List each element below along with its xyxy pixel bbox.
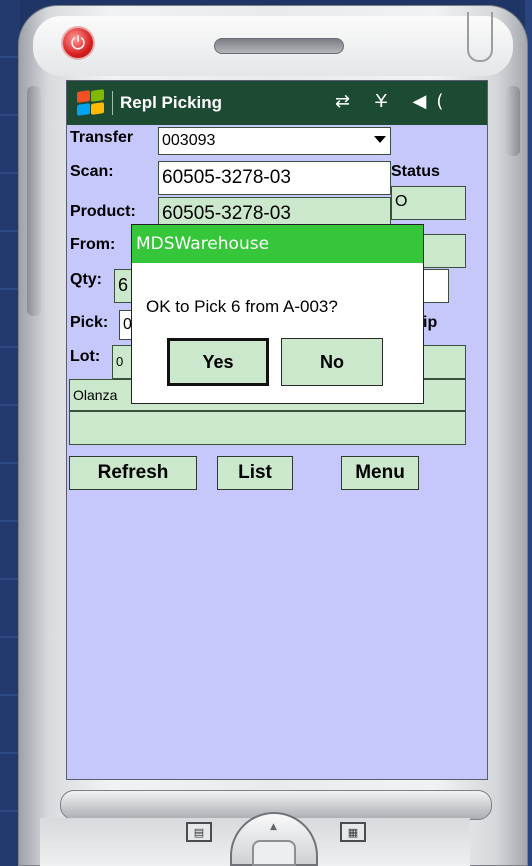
- description-field-2: [69, 411, 466, 445]
- status-label: Status: [391, 163, 440, 180]
- dialog-title: MDSWarehouse: [132, 225, 423, 263]
- status-icons[interactable]: ⇄ Y̶ ◀(: [335, 91, 453, 112]
- no-button[interactable]: No: [281, 338, 383, 386]
- background-stripes: [0, 0, 20, 866]
- status-field: O: [391, 186, 466, 220]
- title-separator: [112, 91, 113, 115]
- skip-label: ip: [423, 314, 438, 331]
- chevron-down-icon[interactable]: [374, 136, 386, 143]
- scan-input[interactable]: 60505-3278-03: [158, 161, 391, 195]
- title-bar: Repl Picking ⇄ Y̶ ◀(: [67, 81, 487, 125]
- qty-label: Qty:: [70, 271, 102, 288]
- dpad-center-button[interactable]: [252, 840, 296, 866]
- refresh-button[interactable]: Refresh: [69, 456, 197, 490]
- pick-label: Pick:: [70, 314, 109, 331]
- product-label: Product:: [70, 203, 136, 220]
- dialog-message: OK to Pick 6 from A-003?: [146, 297, 338, 316]
- dpad-up-icon: ▲: [270, 822, 277, 832]
- transfer-value: 003093: [162, 132, 216, 149]
- product-field: 60505-3278-03: [158, 197, 391, 227]
- lot-label: Lot:: [70, 348, 101, 365]
- scan-label: Scan:: [70, 163, 114, 180]
- device-side-button-left: [27, 86, 41, 316]
- menu-button[interactable]: Menu: [341, 456, 419, 490]
- softkey-right-icon[interactable]: ▦: [340, 822, 366, 842]
- list-button[interactable]: List: [217, 456, 293, 490]
- device-side-button-right: [506, 86, 520, 156]
- power-icon[interactable]: ⏻: [61, 26, 95, 60]
- yes-button[interactable]: Yes: [167, 338, 269, 386]
- transfer-label: Transfer: [70, 129, 134, 146]
- confirm-dialog: MDSWarehouse OK to Pick 6 from A-003? Ye…: [131, 224, 424, 404]
- speaker-grille: [214, 38, 344, 54]
- transfer-dropdown[interactable]: 003093: [158, 127, 391, 155]
- from-label: From:: [70, 236, 116, 253]
- windows-start-icon[interactable]: [75, 89, 105, 116]
- softkey-left-icon[interactable]: ▤: [186, 822, 212, 842]
- device-screen: Repl Picking ⇄ Y̶ ◀( Transfer 003093 Sca…: [66, 80, 488, 780]
- app-title: Repl Picking: [120, 93, 223, 112]
- stylus-slot: [467, 12, 493, 62]
